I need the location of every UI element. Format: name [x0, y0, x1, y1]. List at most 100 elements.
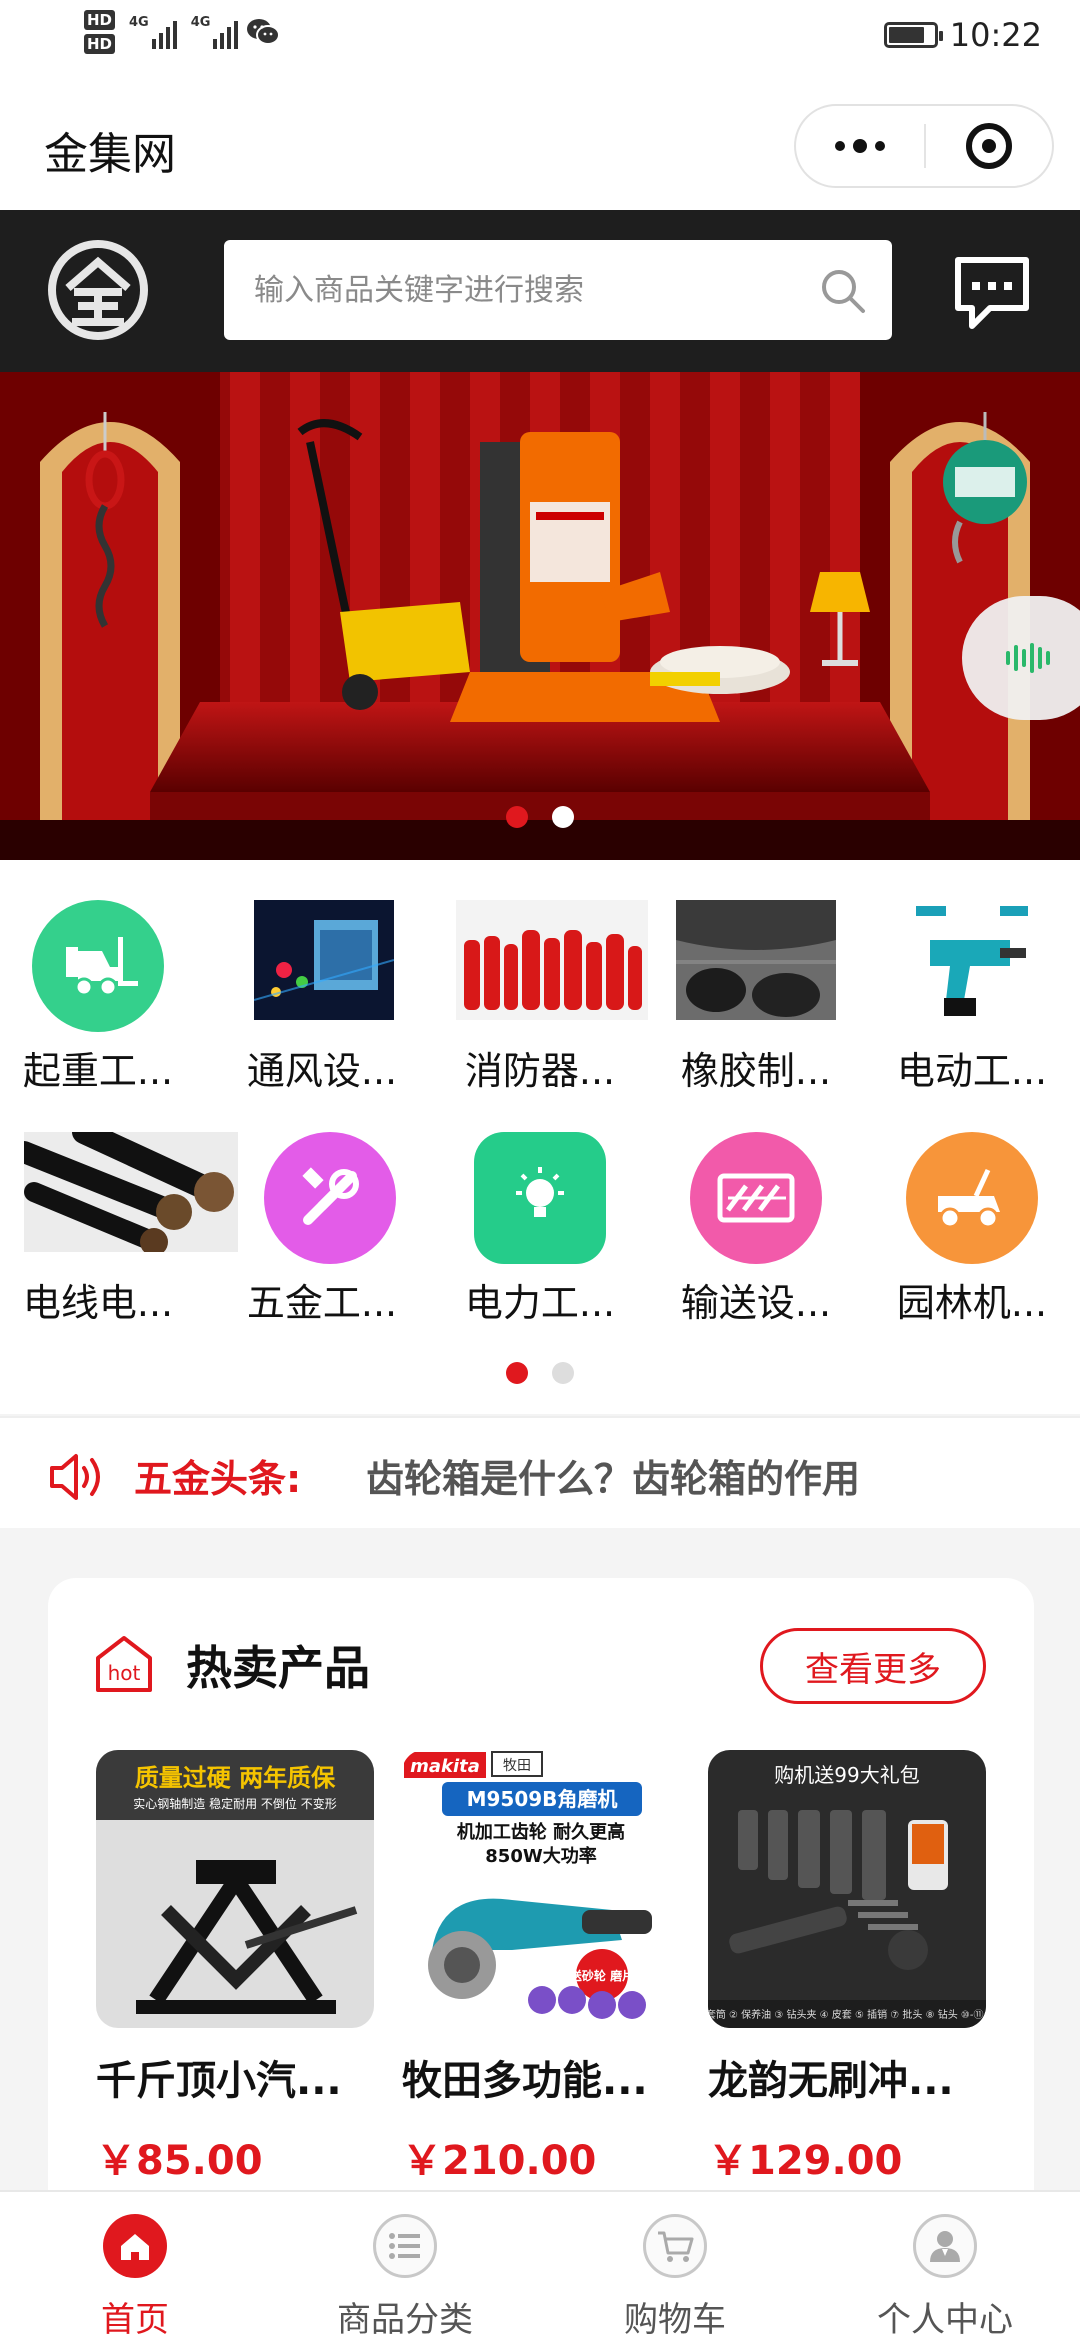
- banner-dot-active[interactable]: [506, 806, 528, 828]
- fire-extinguisher-photo: [456, 900, 648, 1020]
- product-name: 龙韵无刷冲...: [708, 2058, 954, 2104]
- category-cable[interactable]: 电线电...: [8, 1092, 238, 1325]
- category-label: 消防器...: [464, 1049, 616, 1093]
- product-card[interactable]: makita 牧田 M9509B角磨机 机加工齿轮 耐久更高 850W大功率 送…: [402, 1750, 682, 2186]
- category-lifting[interactable]: 起重工...: [8, 860, 188, 1093]
- category-conveyor[interactable]: 输送设...: [666, 1092, 846, 1325]
- banner-image: [0, 372, 1080, 860]
- svg-text:hot: hot: [108, 1661, 141, 1685]
- product-image[interactable]: makita 牧田 M9509B角磨机 机加工齿轮 耐久更高 850W大功率 送…: [402, 1750, 680, 2028]
- banner-indicator: [0, 806, 1080, 828]
- svg-text:送砂轮 磨片: 送砂轮 磨片: [569, 1968, 634, 1983]
- svg-text:M9509B角磨机: M9509B角磨机: [467, 1787, 618, 1811]
- svg-text:机加工齿轮 耐久更高: 机加工齿轮 耐久更高: [457, 1821, 625, 1843]
- more-options-button[interactable]: [796, 139, 924, 153]
- product-price: ￥129.00: [708, 2138, 903, 2184]
- view-more-button[interactable]: 查看更多: [760, 1628, 986, 1704]
- category-grid: 起重工... 通风设... 消防器... 橡胶制... 电动工... 电线电..…: [0, 860, 1080, 1414]
- category-dot[interactable]: [552, 1362, 574, 1384]
- lightbulb-icon: [474, 1132, 606, 1264]
- category-power-tools[interactable]: 电动工...: [882, 860, 1062, 1093]
- lawn-mower-icon: [906, 1132, 1038, 1264]
- svg-text:① 6个套筒 ② 保养油 ③ 钻头夹 ④ 皮套 ⑤: ① 6个套筒 ② 保养油 ③ 钻头夹 ④ 皮套 ⑤ 插销 ⑦ 批头 ⑧ 钻头 ⑩…: [708, 2008, 986, 2021]
- category-page-indicator: [0, 1362, 1080, 1384]
- status-right: 10:22: [883, 16, 1042, 54]
- product-name: 千斤顶小汽...: [96, 2058, 342, 2104]
- message-icon[interactable]: [950, 254, 1034, 334]
- svg-text:购机送99大礼包: 购机送99大礼包: [774, 1763, 919, 1787]
- tab-label: 首页: [101, 2300, 169, 2340]
- news-tag: 五金头条:: [134, 1457, 302, 1501]
- voice-assistant-button[interactable]: [962, 596, 1080, 720]
- banner-dot[interactable]: [552, 806, 574, 828]
- search-header: [0, 210, 1080, 372]
- hot-icon: hot: [96, 1636, 152, 1692]
- category-fire[interactable]: 消防器...: [450, 860, 648, 1093]
- category-dot-active[interactable]: [506, 1362, 528, 1384]
- status-indicators: HD HD 4G 4G: [84, 10, 281, 54]
- hd-badge-1: HD: [84, 10, 116, 30]
- tab-label: 个人中心: [877, 2300, 1013, 2340]
- search-input[interactable]: [254, 240, 794, 340]
- product-card[interactable]: 购机送99大礼包 ① 6个套筒 ② 保养油 ③ 钻头夹 ④ 皮套 ⑤ 插销 ⑦ …: [708, 1750, 988, 2186]
- product-price: ￥85.00: [96, 2138, 263, 2184]
- category-label: 通风设...: [246, 1049, 398, 1093]
- category-rubber[interactable]: 橡胶制...: [666, 860, 846, 1093]
- category-label: 起重工...: [22, 1049, 174, 1093]
- brand-logo[interactable]: [46, 238, 150, 342]
- tab-label: 购物车: [624, 2300, 726, 2340]
- bottom-tab-bar: 首页 商品分类 购物车 个人中心: [0, 2190, 1080, 2340]
- category-label: 园林机...: [896, 1281, 1048, 1325]
- tab-categories[interactable]: 商品分类: [270, 2192, 540, 2340]
- page-title: 金集网: [44, 129, 176, 180]
- tab-profile[interactable]: 个人中心: [810, 2192, 1080, 2340]
- news-headline[interactable]: 齿轮箱是什么？齿轮箱的作用: [366, 1448, 860, 1503]
- clock: 10:22: [949, 16, 1042, 54]
- tab-home[interactable]: 首页: [0, 2192, 270, 2340]
- category-label: 输送设...: [680, 1281, 832, 1325]
- hd-badge-2: HD: [84, 34, 116, 54]
- rubber-sheet-photo: [676, 900, 836, 1020]
- product-price: ￥210.00: [402, 2138, 597, 2184]
- signal-icon-1: 4G: [129, 15, 177, 49]
- search-bar[interactable]: [224, 240, 892, 340]
- news-ticker[interactable]: 五金头条: 齿轮箱是什么？齿轮箱的作用: [0, 1416, 1080, 1528]
- speaker-icon: [50, 1454, 100, 1500]
- category-label: 五金工...: [246, 1281, 398, 1325]
- tab-label: 商品分类: [337, 2300, 473, 2340]
- product-card[interactable]: 质量过硬 两年质保 实心钢轴制造 稳定耐用 不倒位 不变形 千斤顶小汽... ￥…: [96, 1750, 376, 2186]
- category-label: 电动工...: [896, 1049, 1048, 1093]
- status-bar: HD HD 4G 4G 10:22: [0, 0, 1080, 80]
- svg-text:makita: makita: [410, 1756, 480, 1777]
- wechat-icon: [247, 19, 281, 45]
- list-icon: [373, 2214, 437, 2278]
- category-electric[interactable]: 电力工...: [450, 1092, 630, 1325]
- close-miniprogram-button[interactable]: [926, 123, 1052, 169]
- promo-banner[interactable]: [0, 372, 1080, 860]
- category-label: 橡胶制...: [680, 1049, 832, 1093]
- category-label: 电力工...: [464, 1281, 616, 1325]
- svg-text:实心钢轴制造 稳定耐用 不倒位 不变形: 实心钢轴制造 稳定耐用 不倒位 不变形: [133, 1796, 336, 1811]
- ventilation-photo: [254, 900, 394, 1020]
- home-icon: [103, 2214, 167, 2278]
- forklift-icon: [32, 900, 164, 1032]
- product-image[interactable]: 质量过硬 两年质保 实心钢轴制造 稳定耐用 不倒位 不变形: [96, 1750, 374, 2028]
- category-hardware[interactable]: 五金工...: [232, 1092, 412, 1325]
- battery-icon: [883, 22, 943, 48]
- product-image[interactable]: 购机送99大礼包 ① 6个套筒 ② 保养油 ③ 钻头夹 ④ 皮套 ⑤ 插销 ⑦ …: [708, 1750, 986, 2028]
- cart-icon: [643, 2214, 707, 2278]
- target-icon: [966, 123, 1012, 169]
- search-icon[interactable]: [818, 266, 868, 316]
- section-title: 热卖产品: [186, 1641, 370, 1695]
- category-label: 电线电...: [22, 1281, 174, 1325]
- tab-cart[interactable]: 购物车: [540, 2192, 810, 2340]
- signal-icon-2: 4G: [191, 15, 239, 49]
- user-icon: [913, 2214, 977, 2278]
- cable-photo: [24, 1132, 238, 1252]
- title-bar: 金集网: [0, 80, 1080, 210]
- miniprogram-capsule: [794, 104, 1054, 188]
- category-ventilation[interactable]: 通风设...: [232, 860, 412, 1093]
- product-name: 牧田多功能...: [402, 2058, 648, 2104]
- category-garden[interactable]: 园林机...: [882, 1092, 1062, 1325]
- conveyor-icon: [690, 1132, 822, 1264]
